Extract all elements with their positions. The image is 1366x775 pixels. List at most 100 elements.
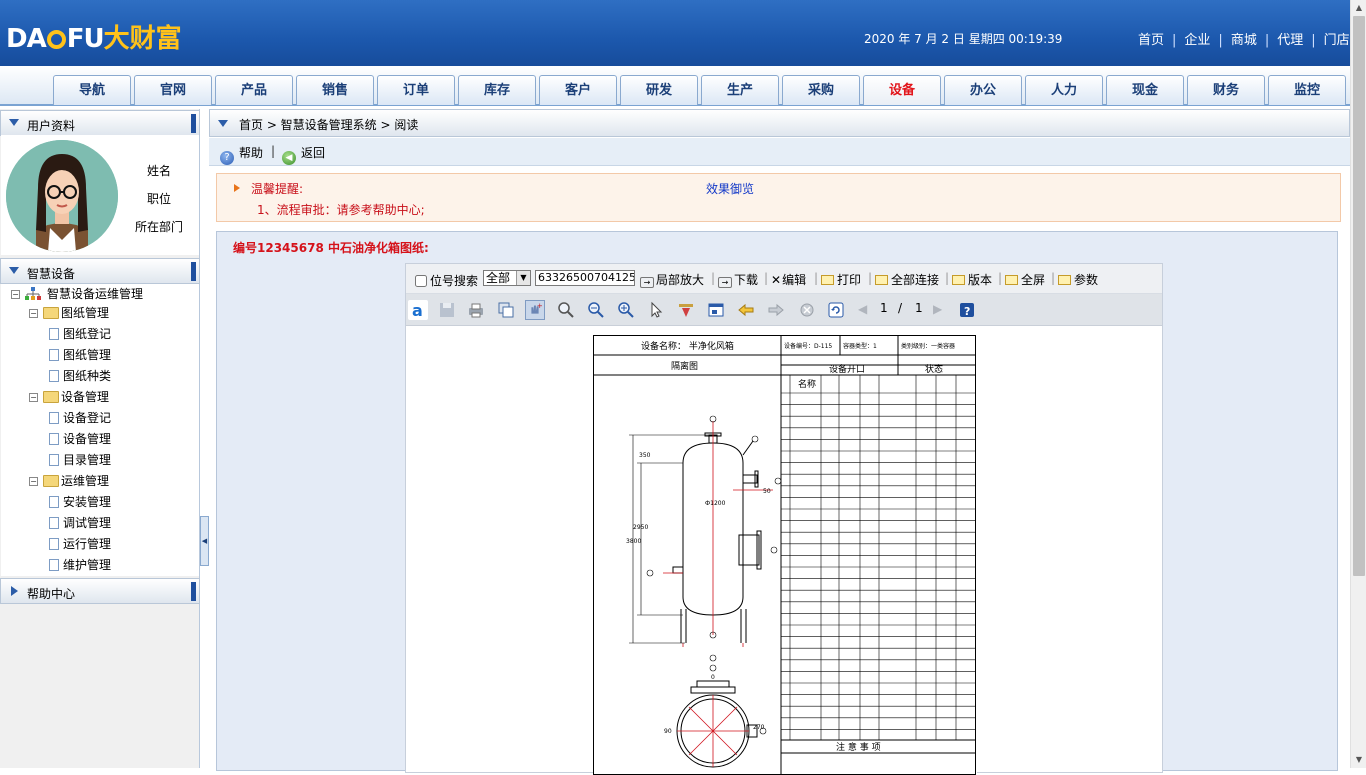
tab-product[interactable]: 产品 (215, 75, 293, 105)
preview-link[interactable]: 效果御览 (706, 180, 754, 197)
envelope-icon (875, 275, 888, 285)
tab-equipment[interactable]: 设备 (863, 75, 941, 105)
save-icon[interactable] (437, 300, 457, 320)
tab-customers[interactable]: 客户 (539, 75, 617, 105)
tab-sales[interactable]: 销售 (296, 75, 374, 105)
tree-item-drawing-register[interactable]: 图纸登记 (49, 324, 111, 344)
document-title: 编号12345678 中石油净化箱图纸: (233, 241, 429, 255)
pan-hand-icon[interactable]: + (525, 300, 545, 320)
download-button[interactable]: → 下载 (718, 271, 758, 288)
svg-text:3800: 3800 (626, 538, 641, 545)
tree-item-debug-manage[interactable]: 调试管理 (49, 513, 111, 533)
document-panel: 编号12345678 中石油净化箱图纸: 位号搜索 全部 ▼ 6332650070… (216, 231, 1338, 775)
back-arrow-icon: ◀ (282, 151, 296, 165)
stop-icon[interactable] (797, 300, 817, 320)
zoom-in-icon[interactable] (616, 300, 636, 320)
scope-select[interactable]: 全部 ▼ (483, 270, 531, 286)
folder-icon (43, 307, 59, 319)
brand-logo[interactable]: DA FU大财富 (6, 18, 182, 54)
tab-cash[interactable]: 现金 (1106, 75, 1184, 105)
edit-button[interactable]: ✕编辑 (771, 271, 806, 288)
export-icon[interactable] (706, 300, 726, 320)
params-button[interactable]: 参数 (1058, 271, 1098, 288)
tab-production[interactable]: 生产 (701, 75, 779, 105)
tab-inventory[interactable]: 库存 (458, 75, 536, 105)
equipment-drawing[interactable]: 设备名称： 半净化风箱 设备编号：D-115 容器类型：1 类别级别：一类容器 … (593, 335, 977, 775)
scroll-thumb[interactable] (1353, 16, 1365, 576)
help-question-icon[interactable]: ? (957, 300, 977, 320)
pointer-icon[interactable] (646, 300, 666, 320)
tab-finance[interactable]: 财务 (1187, 75, 1265, 105)
tab-nav[interactable]: 导航 (53, 75, 131, 105)
tab-office[interactable]: 办公 (944, 75, 1022, 105)
section-title: 智慧设备 (27, 267, 76, 281)
tab-monitor[interactable]: 监控 (1268, 75, 1346, 105)
tree-item-run-manage[interactable]: 运行管理 (49, 534, 111, 554)
tree-item-install-manage[interactable]: 安装管理 (49, 492, 111, 512)
tree-item-catalog-manage[interactable]: 目录管理 (49, 450, 111, 470)
user-profile-card: 姓名 职位 所在部门 (1, 135, 199, 255)
scroll-down-icon[interactable]: ▼ (1351, 752, 1366, 768)
version-button[interactable]: 版本 (952, 271, 992, 288)
prev-page-icon[interactable]: ◀ (858, 302, 867, 316)
tree-item-maintain-manage[interactable]: 维护管理 (49, 555, 111, 575)
scroll-up-icon[interactable]: ▲ (1351, 0, 1366, 16)
collapse-triangle-icon (9, 119, 19, 126)
top-link-mall[interactable]: 商城 (1223, 33, 1265, 48)
page-icon (49, 370, 59, 382)
user-profile-header[interactable]: 用户资料 (0, 110, 200, 136)
fullscreen-button[interactable]: 全屏 (1005, 271, 1045, 288)
dropdown-arrow-icon[interactable]: ▼ (516, 271, 530, 285)
tree-item-drawing-manage[interactable]: 图纸管理 (49, 345, 111, 365)
collapse-minus-icon[interactable]: − (29, 477, 38, 486)
tree-item-device-manage[interactable]: 设备管理 (49, 429, 111, 449)
envelope-icon (1005, 275, 1018, 285)
zoom-region-button[interactable]: → 局部放大 (640, 271, 704, 288)
bullet-arrow-icon (234, 184, 240, 192)
page-scrollbar[interactable]: ▲ ▼ (1350, 0, 1366, 768)
collapse-minus-icon[interactable]: − (11, 290, 20, 299)
tree-group-operations[interactable]: − 运维管理 (29, 471, 109, 491)
tree-item-device-register[interactable]: 设备登记 (49, 408, 111, 428)
arrow-left-icon[interactable] (736, 300, 756, 320)
tab-hr[interactable]: 人力 (1025, 75, 1103, 105)
drawing-viewer: 位号搜索 全部▼ 6332650070412500 →局部放大 | →下载 | … (405, 263, 1163, 775)
svg-text:Ф1200: Ф1200 (705, 500, 726, 507)
tree-group-devices[interactable]: − 设备管理 (29, 387, 109, 407)
collapse-minus-icon[interactable]: − (29, 393, 38, 402)
tree-item-drawing-types[interactable]: 图纸种类 (49, 366, 111, 386)
font-a-icon[interactable]: a (408, 300, 428, 320)
logo-text-cn: 大财富 (103, 24, 182, 54)
top-link-enterprise[interactable]: 企业 (1176, 33, 1218, 48)
tab-rnd[interactable]: 研发 (620, 75, 698, 105)
tab-website[interactable]: 官网 (134, 75, 212, 105)
help-center-header[interactable]: 帮助中心 (0, 578, 200, 604)
breadcrumb[interactable]: 首页 > 智慧设备管理系统 > 阅读 (239, 116, 418, 133)
tree-group-drawings[interactable]: − 图纸管理 (29, 303, 109, 323)
smart-device-header[interactable]: 智慧设备 (0, 258, 200, 284)
tab-purchase[interactable]: 采购 (782, 75, 860, 105)
help-button[interactable]: ? 帮助 (220, 144, 263, 165)
back-button[interactable]: ◀ 返回 (282, 144, 325, 165)
print-button[interactable]: 打印 (821, 271, 861, 288)
next-page-icon[interactable]: ▶ (933, 302, 942, 316)
arrow-right-icon[interactable] (766, 300, 786, 320)
top-link-agent[interactable]: 代理 (1269, 33, 1311, 48)
tag-search-checkbox[interactable]: 位号搜索 (415, 272, 478, 289)
collapse-minus-icon[interactable]: − (29, 309, 38, 318)
tree-root[interactable]: − 智慧设备运维管理 (11, 284, 143, 304)
tag-search-input[interactable]: 6332650070412500 (535, 270, 635, 286)
copy-icon[interactable] (496, 300, 516, 320)
zoom-out-icon[interactable] (586, 300, 606, 320)
svg-text:50: 50 (763, 488, 771, 495)
tab-orders[interactable]: 订单 (377, 75, 455, 105)
top-link-home[interactable]: 首页 (1130, 33, 1172, 48)
sidebar-collapse-handle[interactable]: ◀ (200, 516, 209, 566)
zoom-fit-icon[interactable] (556, 300, 576, 320)
refresh-icon[interactable] (826, 300, 846, 320)
print-icon[interactable] (466, 300, 486, 320)
connect-all-button[interactable]: 全部连接 (875, 271, 939, 288)
measure-icon[interactable] (676, 300, 696, 320)
page-icon (49, 328, 59, 340)
action-separator: | (271, 144, 276, 158)
